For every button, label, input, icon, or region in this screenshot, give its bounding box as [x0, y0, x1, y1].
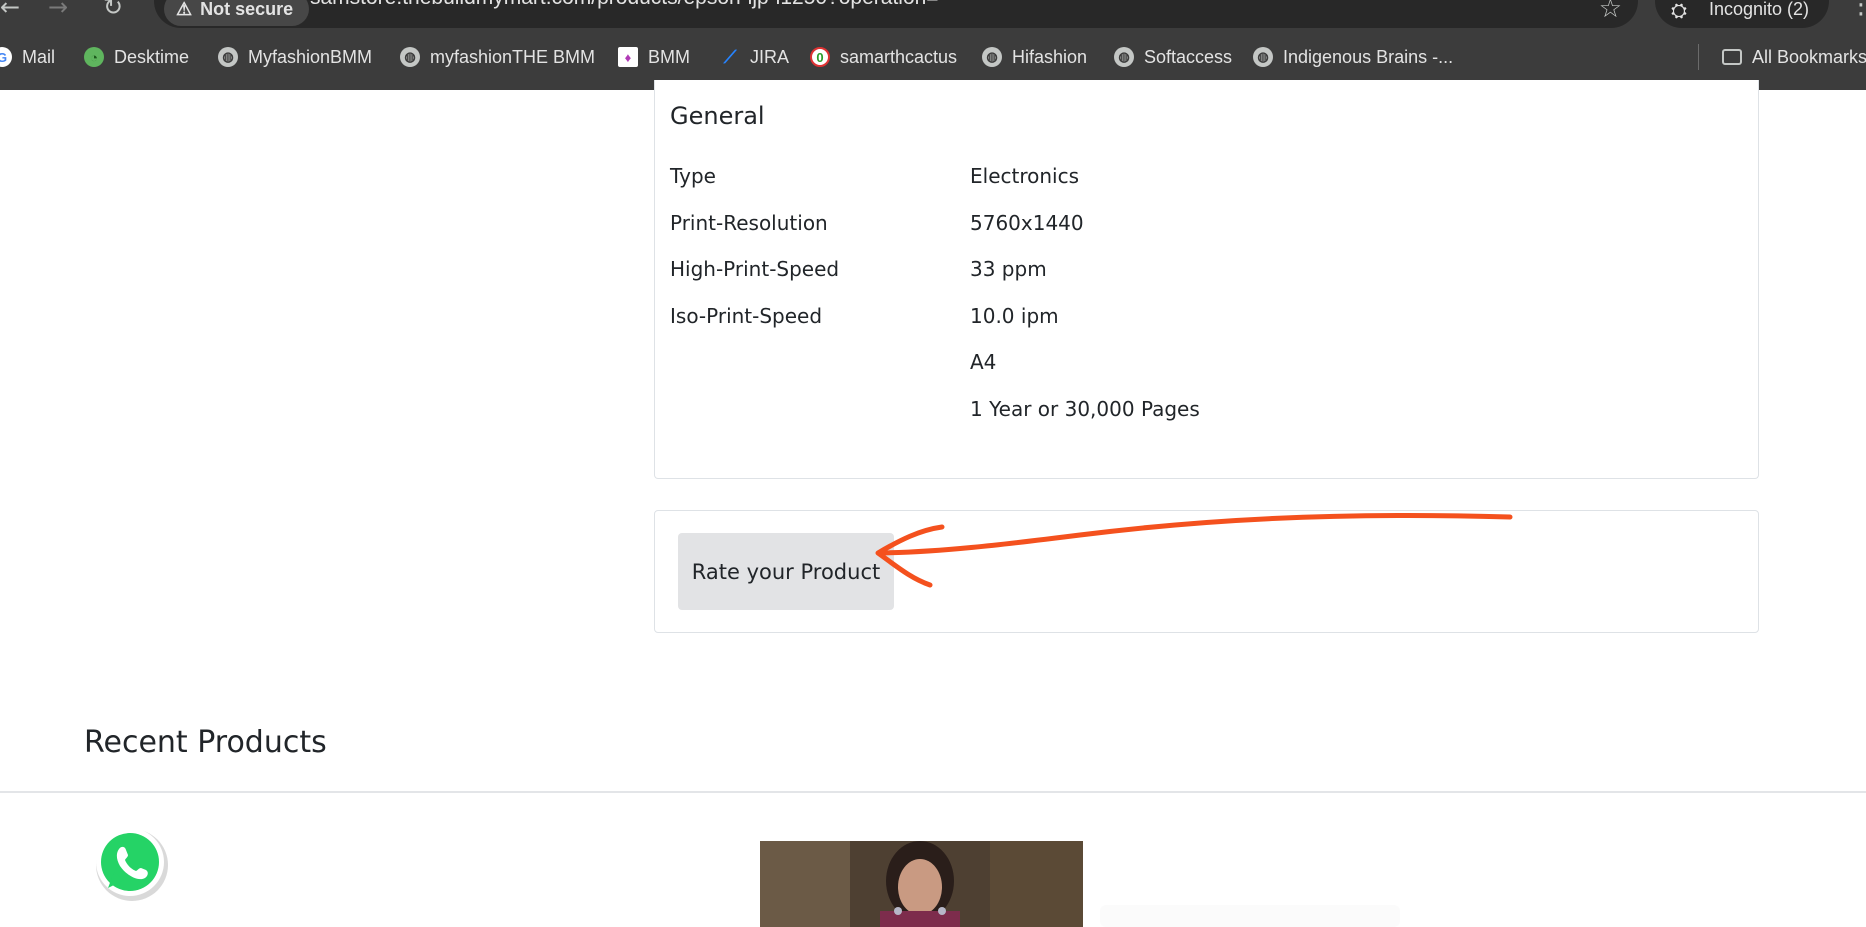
recent-products-heading: Recent Products: [84, 725, 327, 760]
product-thumbnail[interactable]: [760, 841, 1083, 927]
product-card-placeholder: [1100, 905, 1400, 927]
section-divider: [0, 791, 1866, 793]
product-image: [760, 841, 1083, 927]
annotation-arrow: [875, 513, 1513, 588]
whatsapp-icon[interactable]: [90, 822, 174, 906]
